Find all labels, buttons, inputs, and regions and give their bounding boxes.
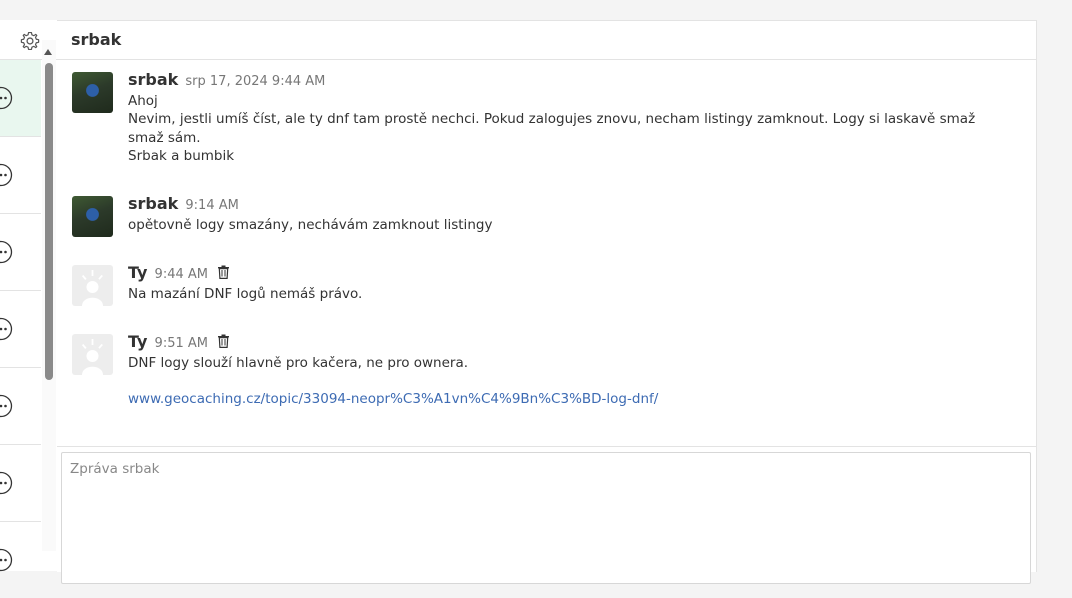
trash-icon[interactable] [217, 334, 230, 348]
more-options-icon[interactable] [0, 548, 13, 572]
message-text: Na mazání DNF logů nemáš právo. [128, 285, 968, 303]
message-input[interactable]: Zpráva srbak [61, 452, 1031, 584]
more-options-icon[interactable] [0, 471, 13, 495]
more-options-icon[interactable] [0, 163, 13, 187]
conversation-item[interactable] [0, 522, 41, 598]
conversation-item[interactable] [0, 137, 41, 214]
avatar[interactable] [72, 72, 113, 113]
default-avatar-icon [81, 339, 103, 375]
conversation-title: srbak [71, 30, 122, 49]
message-time: 9:51 AM [154, 336, 208, 351]
message-time: srp 17, 2024 9:44 AM [185, 74, 326, 89]
message-input-placeholder: Zpráva srbak [70, 461, 160, 477]
default-avatar-icon [81, 270, 103, 306]
avatar[interactable] [72, 265, 113, 306]
trash-icon[interactable] [217, 265, 230, 279]
more-options-icon[interactable] [0, 240, 13, 264]
gear-icon[interactable] [19, 30, 41, 52]
message-author[interactable]: Ty [128, 332, 147, 351]
message-line: opětovně logy smazány, nechávám zamknout… [128, 217, 493, 233]
more-options-icon[interactable] [0, 394, 13, 418]
message-time: 9:44 AM [154, 267, 208, 282]
conversation-header: srbak [57, 21, 1036, 60]
message-author[interactable]: srbak [128, 194, 178, 213]
scrollbar-thumb[interactable] [45, 63, 53, 380]
scroll-up-arrow-icon[interactable] [44, 49, 52, 55]
message-author[interactable]: Ty [128, 263, 147, 282]
message-text: DNF logy slouží hlavně pro kačera, ne pr… [128, 354, 968, 409]
message-line: Nevim, jestli umíš číst, ale ty dnf tam … [128, 111, 976, 128]
conversation-panel: srbak srbak srp 17, 2024 9:44 AM Ahoj Ne… [57, 20, 1037, 584]
message-line: Na mazání DNF logů nemáš právo. [128, 286, 363, 302]
conversation-item[interactable] [0, 214, 41, 291]
message-author[interactable]: srbak [128, 70, 178, 89]
message-link[interactable]: www.geocaching.cz/topic/33094-neopr%C3%A… [128, 391, 658, 407]
message-line: Srbak a bumbik [128, 147, 235, 164]
message-line: Ahoj [128, 93, 158, 109]
avatar[interactable] [72, 196, 113, 237]
conversation-item[interactable] [0, 291, 41, 368]
avatar[interactable] [72, 334, 113, 375]
conversation-item[interactable] [0, 60, 41, 137]
composer-divider [57, 446, 1036, 447]
more-options-icon[interactable] [0, 317, 13, 341]
conversation-item[interactable] [0, 445, 41, 522]
conversation-item[interactable] [0, 368, 41, 445]
more-options-icon[interactable] [0, 86, 13, 110]
message-line: DNF logy slouží hlavně pro kačera, ne pr… [128, 355, 469, 371]
message-line: smaž sám. [128, 129, 201, 146]
message-text: opětovně logy smazány, nechávám zamknout… [128, 216, 968, 234]
message-text: Ahoj Nevim, jestli umíš číst, ale ty dnf… [128, 92, 976, 165]
message-time: 9:14 AM [185, 198, 239, 213]
